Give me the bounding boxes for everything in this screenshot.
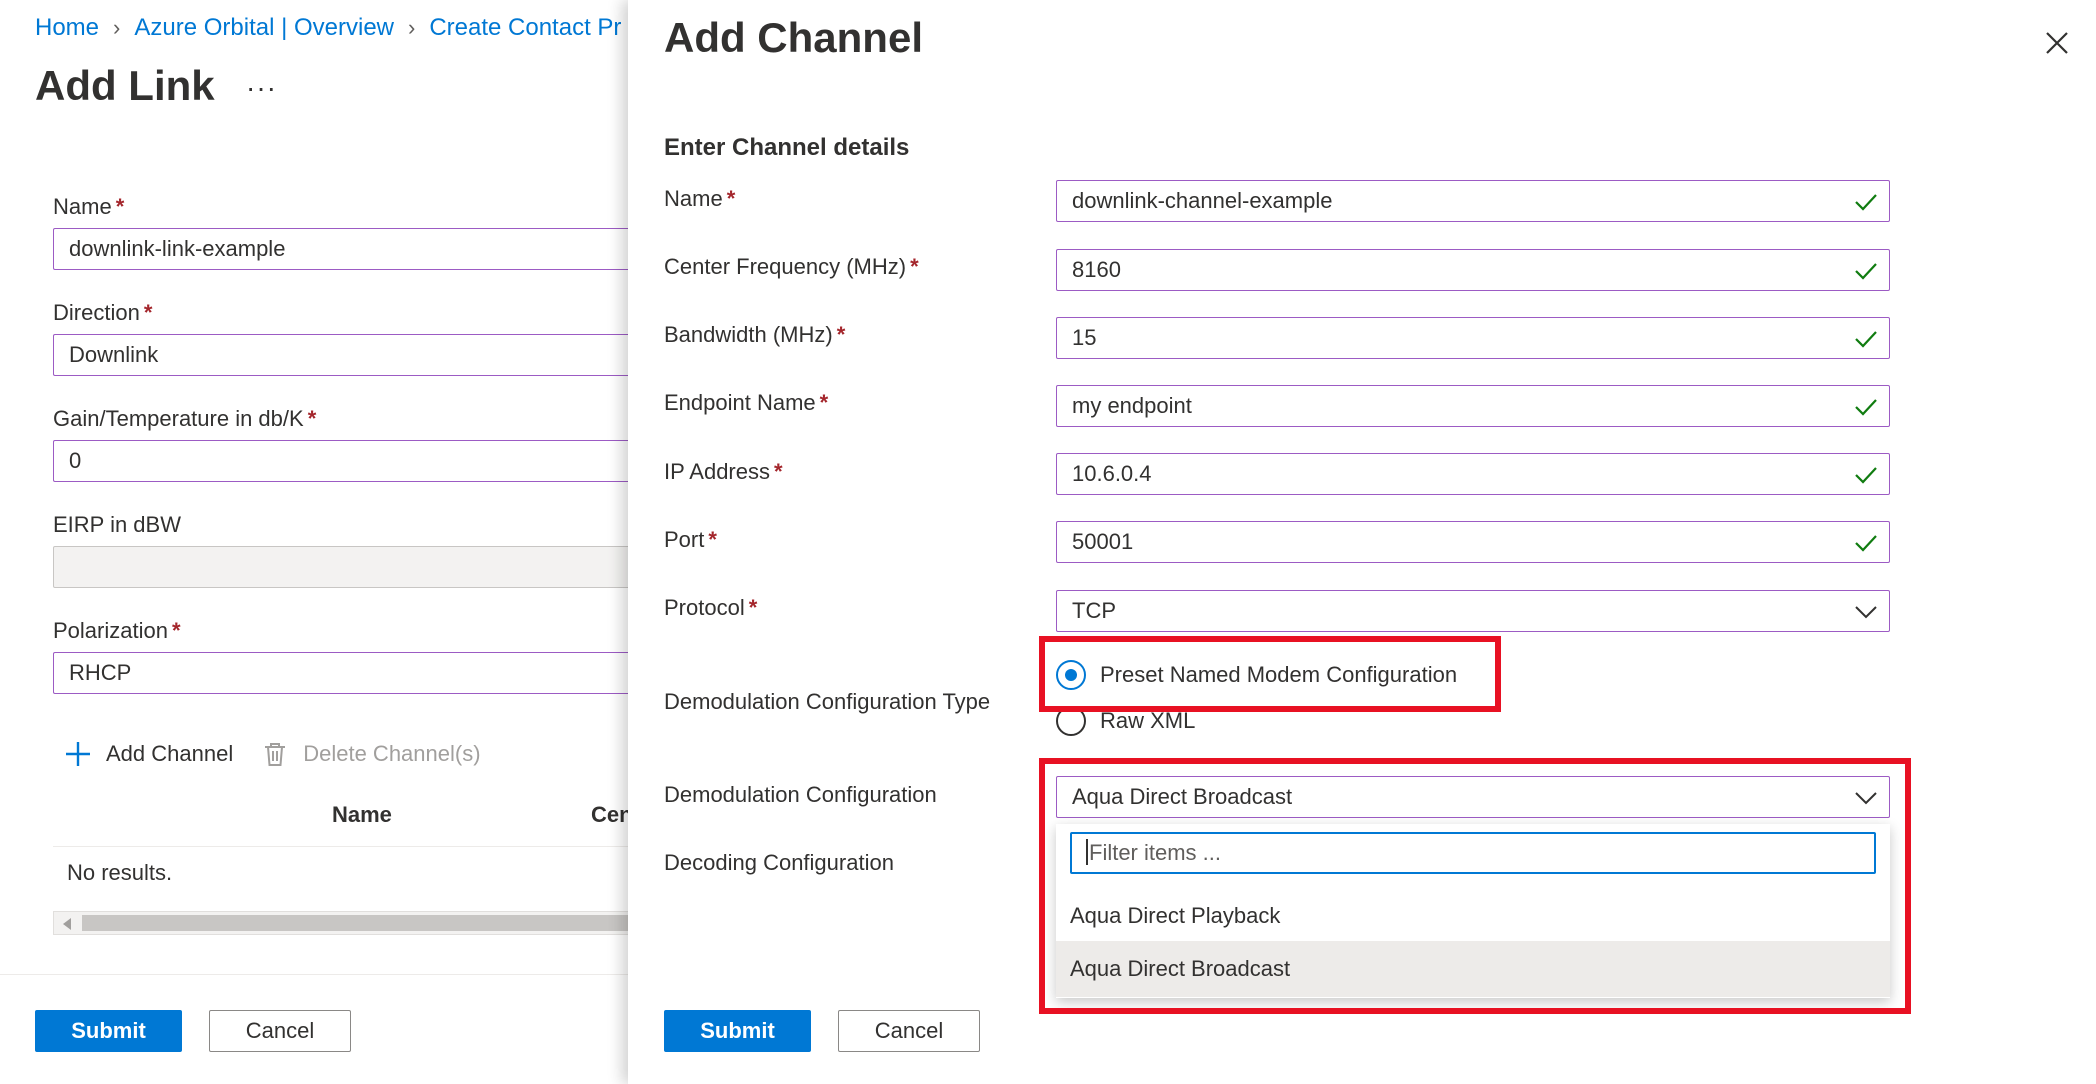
column-header-center[interactable]: Cen	[591, 802, 633, 828]
protocol-label: Protocol *	[664, 595, 758, 620]
no-results-text: No results.	[67, 860, 173, 885]
trash-icon	[261, 740, 289, 768]
column-header-name[interactable]: Name	[332, 802, 392, 828]
breadcrumb: Home › Azure Orbital | Overview › Create…	[35, 14, 621, 42]
endpoint-name-field[interactable]: my endpoint	[1056, 385, 1890, 427]
bandwidth-label: Bandwidth (MHz) *	[664, 322, 846, 347]
section-title: Enter Channel details	[664, 134, 910, 161]
breadcrumb-orbital-overview[interactable]: Azure Orbital | Overview	[134, 14, 394, 42]
delete-channels-label: Delete Channel(s)	[303, 741, 481, 766]
bandwidth-field[interactable]: 15	[1056, 317, 1890, 359]
add-channel-button[interactable]: Add Channel	[64, 740, 233, 768]
channel-name-field[interactable]: downlink-channel-example	[1056, 180, 1890, 222]
center-frequency-field[interactable]: 8160	[1056, 249, 1890, 291]
more-options-button[interactable]: ···	[246, 72, 277, 104]
close-icon	[2046, 32, 2068, 54]
scrollbar-thumb[interactable]	[82, 915, 652, 931]
annotation-highlight-radio	[1039, 636, 1501, 712]
gain-field[interactable]: 0	[53, 440, 653, 482]
horizontal-scrollbar[interactable]	[53, 911, 653, 935]
checkmark-icon	[1855, 194, 1877, 211]
protocol-select[interactable]: TCP	[1056, 590, 1890, 632]
port-field[interactable]: 50001	[1056, 521, 1890, 563]
add-channel-panel: Add Channel Enter Channel details Name * …	[628, 0, 2096, 1084]
close-panel-button[interactable]	[2040, 26, 2074, 60]
chevron-down-icon	[1855, 606, 1877, 619]
decoding-config-label: Decoding Configuration	[664, 850, 894, 875]
panel-title: Add Channel	[664, 14, 923, 61]
chevron-right-icon: ›	[113, 15, 121, 40]
direction-label: Direction *	[53, 300, 153, 325]
annotation-highlight-dropdown	[1039, 758, 1911, 1014]
direction-select[interactable]: Downlink	[53, 334, 653, 376]
channel-cancel-button[interactable]: Cancel	[838, 1010, 980, 1052]
add-channel-label: Add Channel	[106, 741, 234, 766]
link-name-field[interactable]: downlink-link-example	[53, 228, 653, 270]
channel-submit-button[interactable]: Submit	[664, 1010, 811, 1052]
eirp-field	[53, 546, 653, 588]
gain-label: Gain/Temperature in db/K *	[53, 406, 317, 431]
ip-address-field[interactable]: 10.6.0.4	[1056, 453, 1890, 495]
link-submit-button[interactable]: Submit	[35, 1010, 182, 1052]
ip-address-label: IP Address *	[664, 459, 783, 484]
scroll-left-icon[interactable]	[63, 918, 71, 930]
breadcrumb-create-contact-profile[interactable]: Create Contact Pr	[429, 14, 621, 42]
demod-config-label: Demodulation Configuration	[664, 782, 937, 807]
plus-icon	[64, 740, 92, 768]
polarization-label: Polarization *	[53, 618, 181, 643]
channel-toolbar: Add Channel Delete Channel(s)	[64, 740, 509, 768]
checkmark-icon	[1855, 535, 1877, 552]
eirp-label: EIRP in dBW	[53, 512, 181, 537]
port-label: Port *	[664, 527, 717, 552]
checkmark-icon	[1855, 467, 1877, 484]
checkmark-icon	[1855, 399, 1877, 416]
center-frequency-label: Center Frequency (MHz) *	[664, 254, 919, 279]
link-cancel-button[interactable]: Cancel	[209, 1010, 351, 1052]
delete-channels-button[interactable]: Delete Channel(s)	[261, 740, 481, 768]
checkmark-icon	[1855, 331, 1877, 348]
name-label: Name *	[53, 194, 125, 219]
page-title: Add Link	[35, 62, 215, 109]
chevron-right-icon: ›	[408, 15, 416, 40]
table-divider	[53, 846, 653, 847]
channel-name-label: Name *	[664, 186, 736, 211]
endpoint-name-label: Endpoint Name *	[664, 390, 829, 415]
demod-type-label: Demodulation Configuration Type	[664, 689, 991, 714]
checkmark-icon	[1855, 263, 1877, 280]
polarization-select[interactable]: RHCP	[53, 652, 653, 694]
breadcrumb-home[interactable]: Home	[35, 14, 99, 42]
